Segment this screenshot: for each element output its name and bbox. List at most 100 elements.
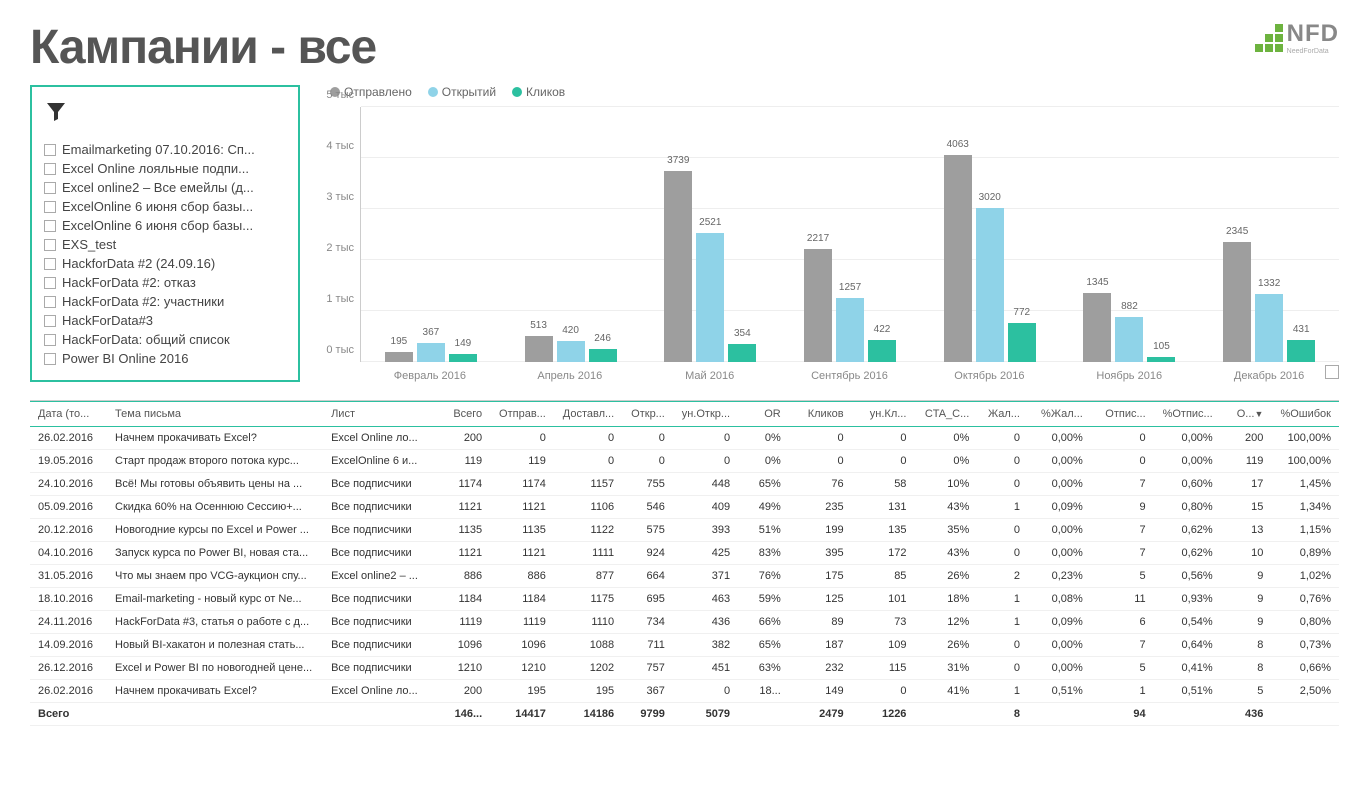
footer-cell: 14417 bbox=[490, 703, 554, 726]
column-header[interactable]: %Ошибок bbox=[1271, 402, 1339, 427]
legend-item[interactable]: Открытий bbox=[428, 85, 496, 99]
table-cell: 1135 bbox=[427, 519, 490, 542]
column-header[interactable]: Отправ... bbox=[490, 402, 554, 427]
filter-item[interactable]: HackForData: общий список bbox=[44, 330, 286, 349]
column-header[interactable]: О... ▼ bbox=[1221, 402, 1272, 427]
table-row[interactable]: 04.10.2016Запуск курса по Power BI, нова… bbox=[30, 542, 1339, 565]
bar[interactable]: 354 bbox=[728, 344, 756, 362]
checkbox-icon[interactable] bbox=[44, 258, 56, 270]
table-row[interactable]: 19.05.2016Старт продаж второго потока ку… bbox=[30, 450, 1339, 473]
checkbox-icon[interactable] bbox=[44, 144, 56, 156]
bar[interactable]: 367 bbox=[417, 343, 445, 362]
checkbox-icon[interactable] bbox=[44, 201, 56, 213]
checkbox-icon[interactable] bbox=[44, 182, 56, 194]
table-cell: 1135 bbox=[490, 519, 554, 542]
table-cell: 05.09.2016 bbox=[30, 496, 107, 519]
bar[interactable]: 1257 bbox=[836, 298, 864, 362]
table-cell: 26% bbox=[914, 565, 977, 588]
bar-group[interactable]: 40633020772 bbox=[920, 107, 1060, 362]
bar-group[interactable]: 195 367 149 bbox=[361, 107, 501, 362]
bar[interactable]: 105 bbox=[1147, 357, 1175, 362]
bar-group[interactable]: 37392521354 bbox=[640, 107, 780, 362]
column-header[interactable]: Доставл... bbox=[554, 402, 622, 427]
bar[interactable]: 2217 bbox=[804, 249, 832, 362]
table-row[interactable]: 14.09.2016Новый BI-хакатон и полезная ст… bbox=[30, 634, 1339, 657]
column-header[interactable]: %Жал... bbox=[1028, 402, 1091, 427]
checkbox-icon[interactable] bbox=[44, 334, 56, 346]
column-header[interactable]: ун.Откр... bbox=[673, 402, 738, 427]
filter-item[interactable]: HackforData #2 (24.09.16) bbox=[44, 254, 286, 273]
checkbox-icon[interactable] bbox=[44, 163, 56, 175]
bar[interactable]: 772 bbox=[1008, 323, 1036, 362]
bar[interactable]: 3020 bbox=[976, 208, 1004, 362]
column-header[interactable]: Кликов bbox=[789, 402, 852, 427]
column-header[interactable]: OR bbox=[738, 402, 789, 427]
bar[interactable]: 422 bbox=[868, 340, 896, 362]
table-row[interactable]: 18.10.2016Email-marketing - новый курс о… bbox=[30, 588, 1339, 611]
bar-value-label: 431 bbox=[1293, 324, 1310, 335]
filter-item[interactable]: ExcelOnline 6 июня сбор базы... bbox=[44, 216, 286, 235]
bar-group[interactable]: 22171257422 bbox=[780, 107, 920, 362]
column-header[interactable]: %Отпис... bbox=[1154, 402, 1221, 427]
table-cell: 0,56% bbox=[1154, 565, 1221, 588]
table-row[interactable]: 26.02.2016Начнем прокачивать Excel?Excel… bbox=[30, 680, 1339, 703]
checkbox-icon[interactable] bbox=[44, 296, 56, 308]
bar[interactable]: 420 bbox=[557, 341, 585, 362]
bar[interactable]: 882 bbox=[1115, 317, 1143, 362]
bar-group[interactable]: 1345882 105 bbox=[1060, 107, 1200, 362]
checkbox-icon[interactable] bbox=[44, 277, 56, 289]
filter-item[interactable]: Emailmarketing 07.10.2016: Сп... bbox=[44, 140, 286, 159]
filter-item[interactable]: Excel Online лояльные подпи... bbox=[44, 159, 286, 178]
focus-mode-icon[interactable] bbox=[1325, 365, 1339, 379]
bar[interactable]: 246 bbox=[589, 349, 617, 362]
filter-item[interactable]: EXS_test bbox=[44, 235, 286, 254]
column-header[interactable]: Всего bbox=[427, 402, 490, 427]
filter-panel[interactable]: Emailmarketing 07.10.2016: Сп...Excel On… bbox=[30, 85, 300, 382]
column-header[interactable]: ун.Кл... bbox=[852, 402, 915, 427]
bar[interactable]: 4063 bbox=[944, 155, 972, 362]
table-row[interactable]: 24.11.2016HackForData #3, статья о работ… bbox=[30, 611, 1339, 634]
column-header[interactable]: Жал... bbox=[977, 402, 1028, 427]
table-row[interactable]: 26.02.2016Начнем прокачивать Excel?Excel… bbox=[30, 427, 1339, 450]
checkbox-icon[interactable] bbox=[44, 353, 56, 365]
bar[interactable]: 2521 bbox=[696, 233, 724, 362]
bar-group[interactable]: 513420 246 bbox=[501, 107, 641, 362]
column-header[interactable]: Тема письма bbox=[107, 402, 323, 427]
bar[interactable]: 1345 bbox=[1083, 293, 1111, 362]
filter-item[interactable]: HackForData #2: участники bbox=[44, 292, 286, 311]
column-header[interactable]: Откр... bbox=[622, 402, 673, 427]
column-header[interactable]: CTA_C... bbox=[914, 402, 977, 427]
bar[interactable]: 149 bbox=[449, 354, 477, 362]
checkbox-icon[interactable] bbox=[44, 220, 56, 232]
legend-item[interactable]: Кликов bbox=[512, 85, 565, 99]
data-table[interactable]: Дата (то...Тема письмаЛистВсегоОтправ...… bbox=[30, 400, 1339, 726]
bar[interactable]: 513 bbox=[525, 336, 553, 362]
bar[interactable]: 431 bbox=[1287, 340, 1315, 362]
table-cell: 24.11.2016 bbox=[30, 611, 107, 634]
bar[interactable]: 3739 bbox=[664, 171, 692, 362]
column-header[interactable]: Дата (то... bbox=[30, 402, 107, 427]
table-cell: 0,41% bbox=[1154, 657, 1221, 680]
bar[interactable]: 1332 bbox=[1255, 294, 1283, 362]
column-header[interactable]: Отпис... bbox=[1091, 402, 1154, 427]
filter-item[interactable]: HackForData#3 bbox=[44, 311, 286, 330]
table-cell: 1121 bbox=[490, 542, 554, 565]
filter-item[interactable]: Excel online2 – Все емейлы (д... bbox=[44, 178, 286, 197]
bar-chart[interactable]: ОтправленоОткрытийКликов 0 тыс1 тыс2 тыс… bbox=[320, 85, 1339, 382]
checkbox-icon[interactable] bbox=[44, 239, 56, 251]
bar[interactable]: 2345 bbox=[1223, 242, 1251, 362]
bar[interactable]: 195 bbox=[385, 352, 413, 362]
table-row[interactable]: 20.12.2016Новогодние курсы по Excel и Po… bbox=[30, 519, 1339, 542]
checkbox-icon[interactable] bbox=[44, 315, 56, 327]
table-cell: 0 bbox=[977, 450, 1028, 473]
table-row[interactable]: 05.09.2016Скидка 60% на Осеннюю Сессию+.… bbox=[30, 496, 1339, 519]
bar-value-label: 1257 bbox=[839, 282, 861, 293]
table-row[interactable]: 24.10.2016Всё! Мы готовы объявить цены н… bbox=[30, 473, 1339, 496]
column-header[interactable]: Лист bbox=[323, 402, 427, 427]
bar-group[interactable]: 23451332431 bbox=[1199, 107, 1339, 362]
filter-item[interactable]: ExcelOnline 6 июня сбор базы... bbox=[44, 197, 286, 216]
filter-item[interactable]: HackForData #2: отказ bbox=[44, 273, 286, 292]
table-row[interactable]: 26.12.2016Excel и Power BI по новогодней… bbox=[30, 657, 1339, 680]
table-row[interactable]: 31.05.2016Что мы знаем про VCG-аукцион с… bbox=[30, 565, 1339, 588]
filter-item[interactable]: Power BI Online 2016 bbox=[44, 349, 286, 368]
